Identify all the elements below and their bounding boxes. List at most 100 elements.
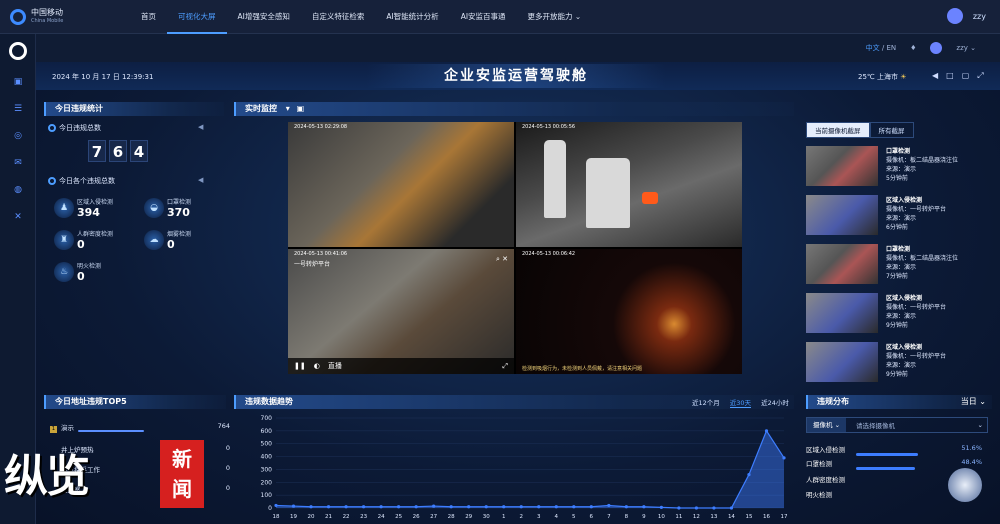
close-icon[interactable]: ⌕ ✕ [496, 255, 508, 264]
volume-icon[interactable]: ◐ [314, 362, 320, 370]
camera-select-key[interactable]: 摄像机 ⌄ [807, 418, 847, 432]
x-tick-label: 22 [343, 514, 350, 520]
monitor-header: 实时监控 ▾ ▣ [234, 102, 794, 116]
sidebar-item-mail[interactable]: ✉ [0, 149, 36, 176]
trend-point [642, 505, 646, 509]
logo-cn-text: 中国移动 [31, 7, 63, 17]
trend-point [344, 505, 348, 509]
sidebar-item-dashboard[interactable]: ▣ [0, 68, 36, 95]
avatar-small[interactable] [930, 42, 943, 54]
x-tick-label: 1 [502, 514, 506, 520]
y-tick-label: 600 [261, 428, 273, 435]
violation-item-crowd[interactable]: ♜ 人群密度检测 0 [54, 228, 146, 254]
top5-header: 今日地址违规TOP5 [44, 395, 226, 409]
range-30-days[interactable]: 近30天 [729, 397, 752, 408]
snapshot-thumbnail[interactable] [806, 244, 878, 284]
video-feed-1[interactable]: 2024-05-13 02:29:08 [288, 122, 514, 247]
mask-icon: ◒ [144, 198, 164, 218]
pause-icon[interactable]: ❚❚ [294, 362, 306, 370]
violation-item-intrusion[interactable]: ♟ 区域入侵检测 394 [54, 196, 146, 222]
crowd-icon: ♜ [54, 230, 74, 250]
x-tick-label: 28 [448, 514, 455, 520]
range-24-hours[interactable]: 近24小时 [761, 397, 789, 408]
brand-logo[interactable]: 中国移动 China Mobile [0, 8, 130, 26]
volume-icon[interactable]: ◀ [932, 71, 938, 81]
fullscreen-icon[interactable]: ⤢ [977, 71, 983, 81]
trend-point [677, 506, 681, 510]
nav-item-feature-search[interactable]: 自定义特征检索 [301, 0, 376, 34]
snapshot-thumbnail[interactable] [806, 195, 878, 235]
x-tick-label: 9 [642, 514, 646, 520]
range-12-months[interactable]: 近12个月 [692, 397, 720, 408]
video-feed-2[interactable]: 2024-05-13 00:05:56 [516, 122, 742, 247]
user-menu[interactable]: zzy [946, 8, 986, 24]
sidebar-item-list[interactable]: ☰ [0, 95, 36, 122]
monitor-layout-icon[interactable]: ▣ [297, 104, 305, 113]
snapshot-item[interactable]: 口罩检测 摄像机：板二结晶器浇注位 来源：演示 7分钟前 [806, 244, 976, 286]
total-digit: 6 [109, 140, 127, 162]
language-switch[interactable]: 中文 / EN [866, 43, 896, 53]
sidebar-item-globe[interactable]: ◍ [0, 176, 36, 203]
x-tick-label: 10 [658, 514, 665, 520]
chart-icon: ▣ [13, 76, 23, 87]
snapshot-item[interactable]: 区域入侵检测 摄像机：一号转炉平台 来源：演示 9分钟前 [806, 342, 976, 384]
tools-icon: ✕ [14, 211, 22, 222]
violation-item-smoke[interactable]: ☁ 烟雾检测 0 [144, 228, 236, 254]
snapshot-thumbnail[interactable] [806, 293, 878, 333]
y-tick-label: 500 [261, 441, 273, 448]
camera-select[interactable]: 摄像机 ⌄ 请选择摄像机 ⌄ [806, 417, 988, 433]
nav-item-ai-safety[interactable]: AI增强安全感知 [227, 0, 301, 34]
chevron-down-icon: ⌄ [977, 421, 983, 429]
trend-point [484, 505, 488, 509]
sidebar-item-tools[interactable]: ✕ [0, 203, 36, 230]
monitor-dropdown-icon[interactable]: ▾ [286, 104, 290, 113]
nav-item-home[interactable]: 首页 [130, 0, 167, 34]
assistant-robot-icon[interactable] [948, 468, 982, 502]
x-tick-label: 2 [519, 514, 523, 520]
sidebar-item-camera[interactable]: ◎ [0, 122, 36, 149]
notification-icon[interactable]: ♦ [910, 44, 916, 52]
video-feed-3[interactable]: 2024-05-13 00:41:06 一号转炉平台 ⌕ ✕ [288, 249, 514, 374]
total-label: 今日违规总数 [59, 124, 101, 132]
top5-row[interactable]: 1 演示 764 [50, 422, 230, 434]
trend-point [414, 505, 418, 509]
trend-point [782, 456, 786, 460]
screenshot-icon[interactable]: ▢ [962, 71, 970, 81]
tab-current-camera[interactable]: 当前摄像机截屏 [806, 122, 870, 138]
nav-item-ai-assistant[interactable]: AI安监百事通 [450, 0, 517, 34]
list-icon: ☰ [13, 103, 23, 114]
snapshot-item[interactable]: 区域入侵检测 摄像机：一号转炉平台 来源：演示 9分钟前 [806, 293, 976, 335]
tab-all-snapshots[interactable]: 所有截屏 [869, 122, 914, 138]
title-tools: ◀ □ ▢ ⤢ [932, 71, 984, 81]
home-ring-icon[interactable] [8, 42, 27, 60]
x-tick-label: 18 [273, 514, 280, 520]
fullscreen-icon[interactable]: ⤢ [502, 362, 508, 371]
each-label-row: 今日各个违规总数 [48, 176, 115, 186]
y-tick-label: 700 [261, 415, 273, 422]
violation-item-fire[interactable]: ♨ 明火检测 0 [54, 260, 146, 286]
snapshot-thumbnail[interactable] [806, 146, 878, 186]
total-pointer-icon: ◀ [198, 123, 204, 131]
trend-range-tabs: 近12个月 近30天 近24小时 [692, 397, 789, 408]
snapshot-thumbnail[interactable] [806, 342, 878, 382]
y-tick-label: 0 [268, 505, 272, 512]
trend-point [607, 503, 611, 508]
lang-user[interactable]: zzy ⌄ [956, 44, 976, 52]
mail-icon: ✉ [14, 157, 22, 168]
dist-title: 违规分布 [817, 397, 849, 406]
trend-point [291, 504, 296, 508]
trend-point [502, 505, 506, 509]
avatar[interactable] [946, 8, 963, 24]
total-label-row: 今日违规总数 [48, 123, 101, 133]
nav-item-dashboard[interactable]: 可视化大屏 [167, 0, 227, 34]
camera-select-placeholder[interactable]: 请选择摄像机 [846, 420, 895, 430]
nav-item-ai-stats[interactable]: AI智能统计分析 [375, 0, 449, 34]
snapshot-item[interactable]: 区域入侵检测 摄像机：一号转炉平台 来源：演示 6分钟前 [806, 195, 976, 237]
video-feed-4[interactable]: 2024-05-13 00:06:42 检测到吸烟行为，未检测到人员佩戴，请注意… [516, 249, 742, 374]
dist-period-select[interactable]: 当日 ⌄ [961, 395, 986, 409]
violation-item-mask[interactable]: ◒ 口罩检测 370 [144, 196, 236, 222]
expand-icon[interactable]: □ [946, 71, 954, 81]
nav-item-more[interactable]: 更多开放能力 ⌄ [517, 0, 593, 34]
snapshot-item[interactable]: 口罩检测 摄像机：板二结晶器浇注位 来源：演示 5分钟前 [806, 146, 976, 188]
dist-row: 区域入侵检测 51.6% [806, 444, 982, 456]
